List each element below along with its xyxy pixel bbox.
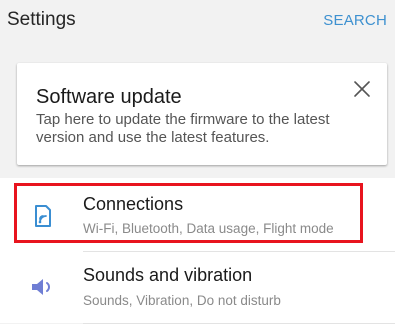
settings-item-subtitle: Wi-Fi, Bluetooth, Data usage, Flight mod… [83, 221, 334, 236]
speaker-icon [32, 279, 50, 295]
settings-item-title: Connections [83, 194, 184, 214]
connections-icon [35, 205, 51, 227]
search-button[interactable]: SEARCH [323, 12, 387, 29]
close-icon[interactable] [353, 80, 371, 98]
settings-list: Connections Wi-Fi, Bluetooth, Data usage… [0, 178, 395, 324]
software-update-card[interactable]: Software update Tap here to update the f… [17, 63, 387, 165]
settings-item-title: Sounds and vibration [83, 265, 253, 285]
settings-item-sounds-and-vibration[interactable]: Sounds and vibration Sounds, Vibration, … [0, 252, 395, 324]
settings-item-connections[interactable]: Connections Wi-Fi, Bluetooth, Data usage… [0, 180, 395, 252]
software-update-description: Tap here to update the firmware to the l… [36, 111, 330, 146]
app-header: Settings SEARCH [0, 0, 395, 40]
page-title: Settings [7, 9, 76, 30]
settings-item-subtitle: Sounds, Vibration, Do not disturb [83, 293, 281, 308]
software-update-title: Software update [36, 86, 182, 108]
